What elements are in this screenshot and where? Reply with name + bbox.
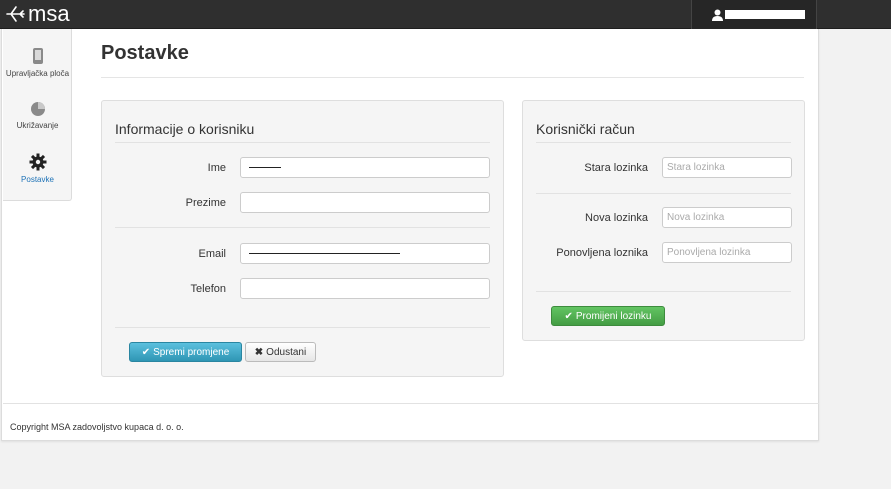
new-password-label: Nova lozinka — [585, 212, 648, 224]
first-name-label: Ime — [207, 162, 226, 174]
change-password-button[interactable]: ✔ Promijeni lozinku — [551, 306, 665, 326]
sidebar-item-label: Upravljačka ploča — [5, 69, 70, 78]
user-info-panel: Informacije o korisniku Ime Prezime Emai… — [101, 100, 504, 377]
user-info-legend: Informacije o korisniku — [115, 121, 255, 137]
save-changes-button[interactable]: ✔ Spremi promjene — [129, 342, 242, 362]
sidebar-item-label: Postavke — [21, 175, 54, 184]
sidebar: Upravljačka ploča Ukrižavanje Postavke — [3, 29, 72, 201]
last-name-label: Prezime — [185, 197, 226, 209]
sidebar-item-crossing[interactable]: Ukrižavanje — [3, 101, 72, 132]
pie-chart-icon — [30, 102, 45, 116]
user-icon — [712, 9, 723, 21]
email-input[interactable] — [240, 243, 490, 264]
sidebar-item-settings[interactable]: Postavke — [3, 153, 72, 186]
user-name: ████████ — [725, 10, 805, 19]
phone-label: Telefon — [190, 283, 226, 295]
sidebar-item-label: Ukrižavanje — [16, 121, 59, 130]
gear-icon — [29, 153, 46, 171]
user-menu[interactable]: ████████ — [691, 0, 817, 29]
top-navbar: msa ████████ — [0, 0, 891, 29]
repeat-password-input[interactable] — [662, 242, 792, 263]
divider — [536, 142, 791, 143]
page-title: Postavke — [101, 42, 189, 64]
last-name-input[interactable] — [240, 192, 490, 213]
divider — [3, 403, 819, 404]
phone-input[interactable] — [240, 278, 490, 299]
old-password-label: Stara lozinka — [584, 162, 648, 174]
brand-logo[interactable]: msa — [6, 2, 70, 26]
logo-text: msa — [28, 1, 70, 26]
plane-logo-icon — [6, 6, 25, 22]
page-container: Upravljačka ploča Ukrižavanje Postavke P… — [1, 29, 819, 441]
repeat-password-label: Ponovljena loznika — [556, 247, 648, 259]
first-name-input[interactable] — [240, 157, 490, 178]
divider — [536, 193, 791, 194]
close-icon: ✖ — [254, 346, 264, 358]
check-icon: ✔ — [564, 310, 573, 322]
divider — [101, 77, 804, 78]
divider — [115, 327, 490, 328]
save-changes-label: Spremi promjene — [153, 346, 230, 358]
email-label: Email — [198, 248, 226, 260]
phone-icon — [32, 48, 43, 64]
divider — [115, 142, 490, 143]
account-legend: Korisnički račun — [536, 121, 635, 137]
divider — [536, 291, 791, 292]
check-icon: ✔ — [141, 346, 151, 358]
sidebar-item-dashboard[interactable]: Upravljačka ploča — [3, 47, 72, 80]
account-panel: Korisnički račun Stara lozinka Nova lozi… — [522, 100, 805, 341]
divider — [115, 227, 490, 228]
change-password-label: Promijeni lozinku — [575, 310, 652, 322]
old-password-input[interactable] — [662, 157, 792, 178]
cancel-button[interactable]: ✖ Odustani — [245, 342, 316, 362]
footer-copyright: Copyright MSA zadovoljstvo kupaca d. o. … — [10, 422, 184, 432]
cancel-label: Odustani — [266, 346, 307, 358]
new-password-input[interactable] — [662, 207, 792, 228]
